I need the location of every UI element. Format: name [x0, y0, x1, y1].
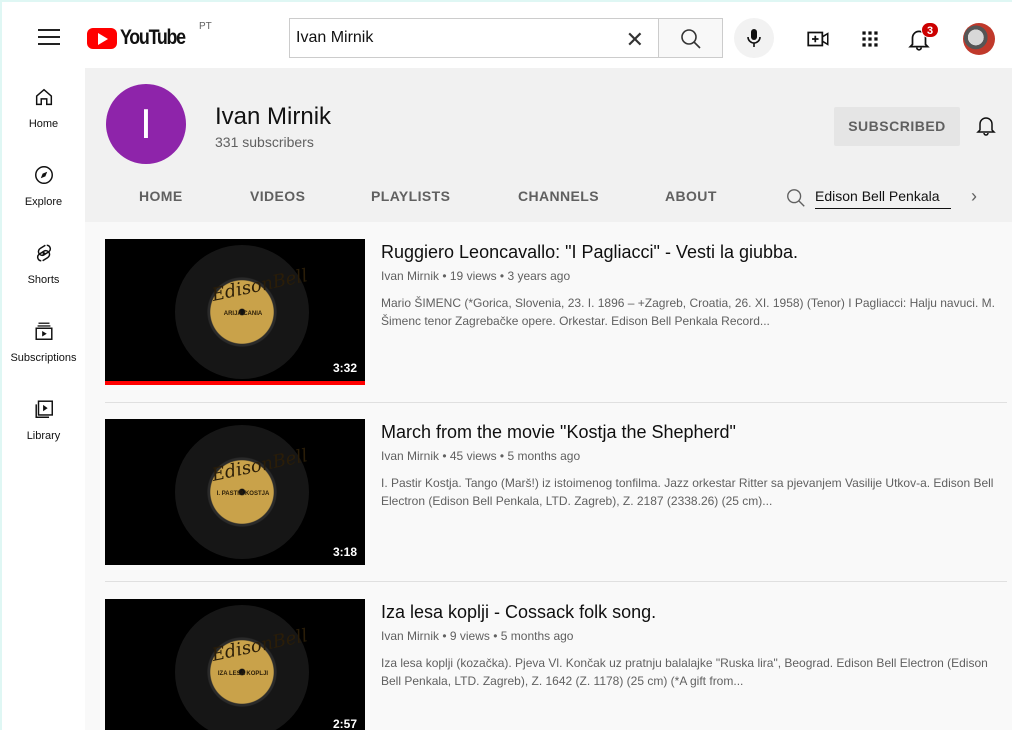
sidebar-item-home[interactable]: Home	[2, 86, 85, 132]
channel-search-icon[interactable]	[785, 187, 807, 209]
video-meta: Ivan Mirnik • 19 views • 3 years ago	[381, 269, 571, 283]
video-item[interactable]: EdisonBell ARIJA CANIA 3:32 Ruggiero Leo…	[105, 239, 1012, 389]
country-code: PT	[199, 21, 212, 32]
video-meta: Ivan Mirnik • 9 views • 5 months ago	[381, 629, 574, 643]
library-icon	[34, 400, 53, 418]
video-thumbnail[interactable]: EdisonBell IZA LESA KOPLJI 2:57	[105, 599, 365, 730]
channel-tabs: HOME VIDEOS PLAYLISTS CHANNELS ABOUT Edi…	[85, 180, 1012, 222]
sidebar-item-library[interactable]: Library	[2, 398, 85, 444]
record-brand: EdisonBell	[209, 445, 310, 486]
video-item[interactable]: EdisonBell I. PASTIR KOSTJA 3:18 March f…	[105, 419, 1012, 569]
subscriber-count: 331 subscribers	[215, 134, 314, 150]
youtube-play-icon	[87, 27, 117, 49]
tab-videos[interactable]: VIDEOS	[250, 188, 305, 204]
divider	[105, 581, 1007, 582]
video-duration: 3:18	[328, 543, 361, 561]
record-label: ARIJA CANIA	[223, 311, 263, 317]
channel-avatar[interactable]: I	[106, 84, 186, 164]
record-brand: EdisonBell	[209, 625, 310, 666]
record-image: EdisonBell IZA LESA KOPLJI	[175, 605, 310, 730]
sidebar-item-label: Subscriptions	[10, 352, 77, 364]
clear-icon[interactable]: ✕	[626, 27, 644, 53]
home-icon	[35, 88, 52, 106]
subscriptions-icon	[34, 322, 53, 340]
record-brand: EdisonBell	[209, 265, 310, 306]
tab-home[interactable]: HOME	[139, 188, 183, 204]
video-title[interactable]: March from the movie "Kostja the Shepher…	[381, 422, 736, 443]
notification-badge: 3	[921, 22, 939, 38]
notification-bell-icon[interactable]	[974, 113, 998, 137]
video-meta: Ivan Mirnik • 45 views • 5 months ago	[381, 449, 581, 463]
sidebar: Home Explore Shorts Subscriptions Librar…	[2, 68, 85, 730]
video-description: Iza lesa koplji (kozačka). Pjeva Vl. Kon…	[381, 656, 988, 688]
search-box: ✕	[289, 18, 659, 58]
sidebar-item-label: Explore	[24, 196, 63, 208]
channel-search-input[interactable]: Edison Bell Penkala	[815, 188, 951, 209]
search-button[interactable]	[659, 18, 723, 58]
video-title[interactable]: Iza lesa koplji - Cossack folk song.	[381, 602, 656, 623]
record-image: EdisonBell I. PASTIR KOSTJA	[175, 425, 310, 559]
sidebar-item-label: Library	[26, 430, 61, 442]
create-video-icon[interactable]	[805, 26, 831, 52]
video-thumbnail[interactable]: EdisonBell I. PASTIR KOSTJA 3:18	[105, 419, 365, 565]
video-duration: 2:57	[328, 715, 361, 730]
mic-icon	[747, 29, 761, 47]
tab-channels[interactable]: CHANNELS	[518, 188, 599, 204]
video-thumbnail[interactable]: EdisonBell ARIJA CANIA 3:32	[105, 239, 365, 385]
subscribed-button[interactable]: SUBSCRIBED	[834, 107, 960, 146]
youtube-logo[interactable]: YouTube PT	[87, 21, 212, 49]
divider	[105, 402, 1007, 403]
top-bar: YouTube PT ✕ 3	[2, 2, 1012, 68]
sidebar-item-label: Shorts	[27, 274, 60, 286]
video-description: I. Pastir Kostja. Tango (Marš!) iz istoi…	[381, 476, 994, 508]
sidebar-item-explore[interactable]: Explore	[2, 164, 85, 210]
record-label: I. PASTIR KOSTJA	[216, 491, 270, 497]
sidebar-item-subscriptions[interactable]: Subscriptions	[2, 320, 85, 366]
search-icon	[681, 29, 701, 49]
chevron-right-icon[interactable]: ›	[971, 186, 977, 207]
search-input[interactable]	[290, 19, 610, 57]
sidebar-item-shorts[interactable]: Shorts	[2, 242, 85, 288]
video-title[interactable]: Ruggiero Leoncavallo: "I Pagliacci" - Ve…	[381, 242, 798, 263]
watch-progress-bar	[105, 381, 365, 385]
video-duration: 3:32	[328, 359, 361, 377]
channel-name: Ivan Mirnik	[215, 103, 332, 130]
sidebar-item-label: Home	[28, 118, 59, 130]
compass-icon	[34, 166, 53, 184]
video-description: Mario ŠIMENC (*Gorica, Slovenia, 23. I. …	[381, 296, 995, 328]
account-avatar[interactable]	[963, 23, 995, 55]
shorts-icon	[36, 244, 51, 262]
tab-playlists[interactable]: PLAYLISTS	[371, 188, 450, 204]
apps-icon[interactable]	[857, 26, 883, 52]
record-image: EdisonBell ARIJA CANIA	[175, 245, 310, 379]
tab-about[interactable]: ABOUT	[665, 188, 717, 204]
main-content: I Ivan Mirnik 331 subscribers SUBSCRIBED…	[85, 68, 1012, 730]
logo-text: YouTube	[120, 26, 186, 49]
channel-header: I Ivan Mirnik 331 subscribers SUBSCRIBED…	[85, 68, 1012, 222]
voice-search-button[interactable]	[734, 18, 774, 58]
video-item[interactable]: EdisonBell IZA LESA KOPLJI 2:57 Iza lesa…	[105, 599, 1012, 730]
menu-icon[interactable]	[38, 29, 60, 45]
record-label: IZA LESA KOPLJI	[217, 671, 269, 677]
